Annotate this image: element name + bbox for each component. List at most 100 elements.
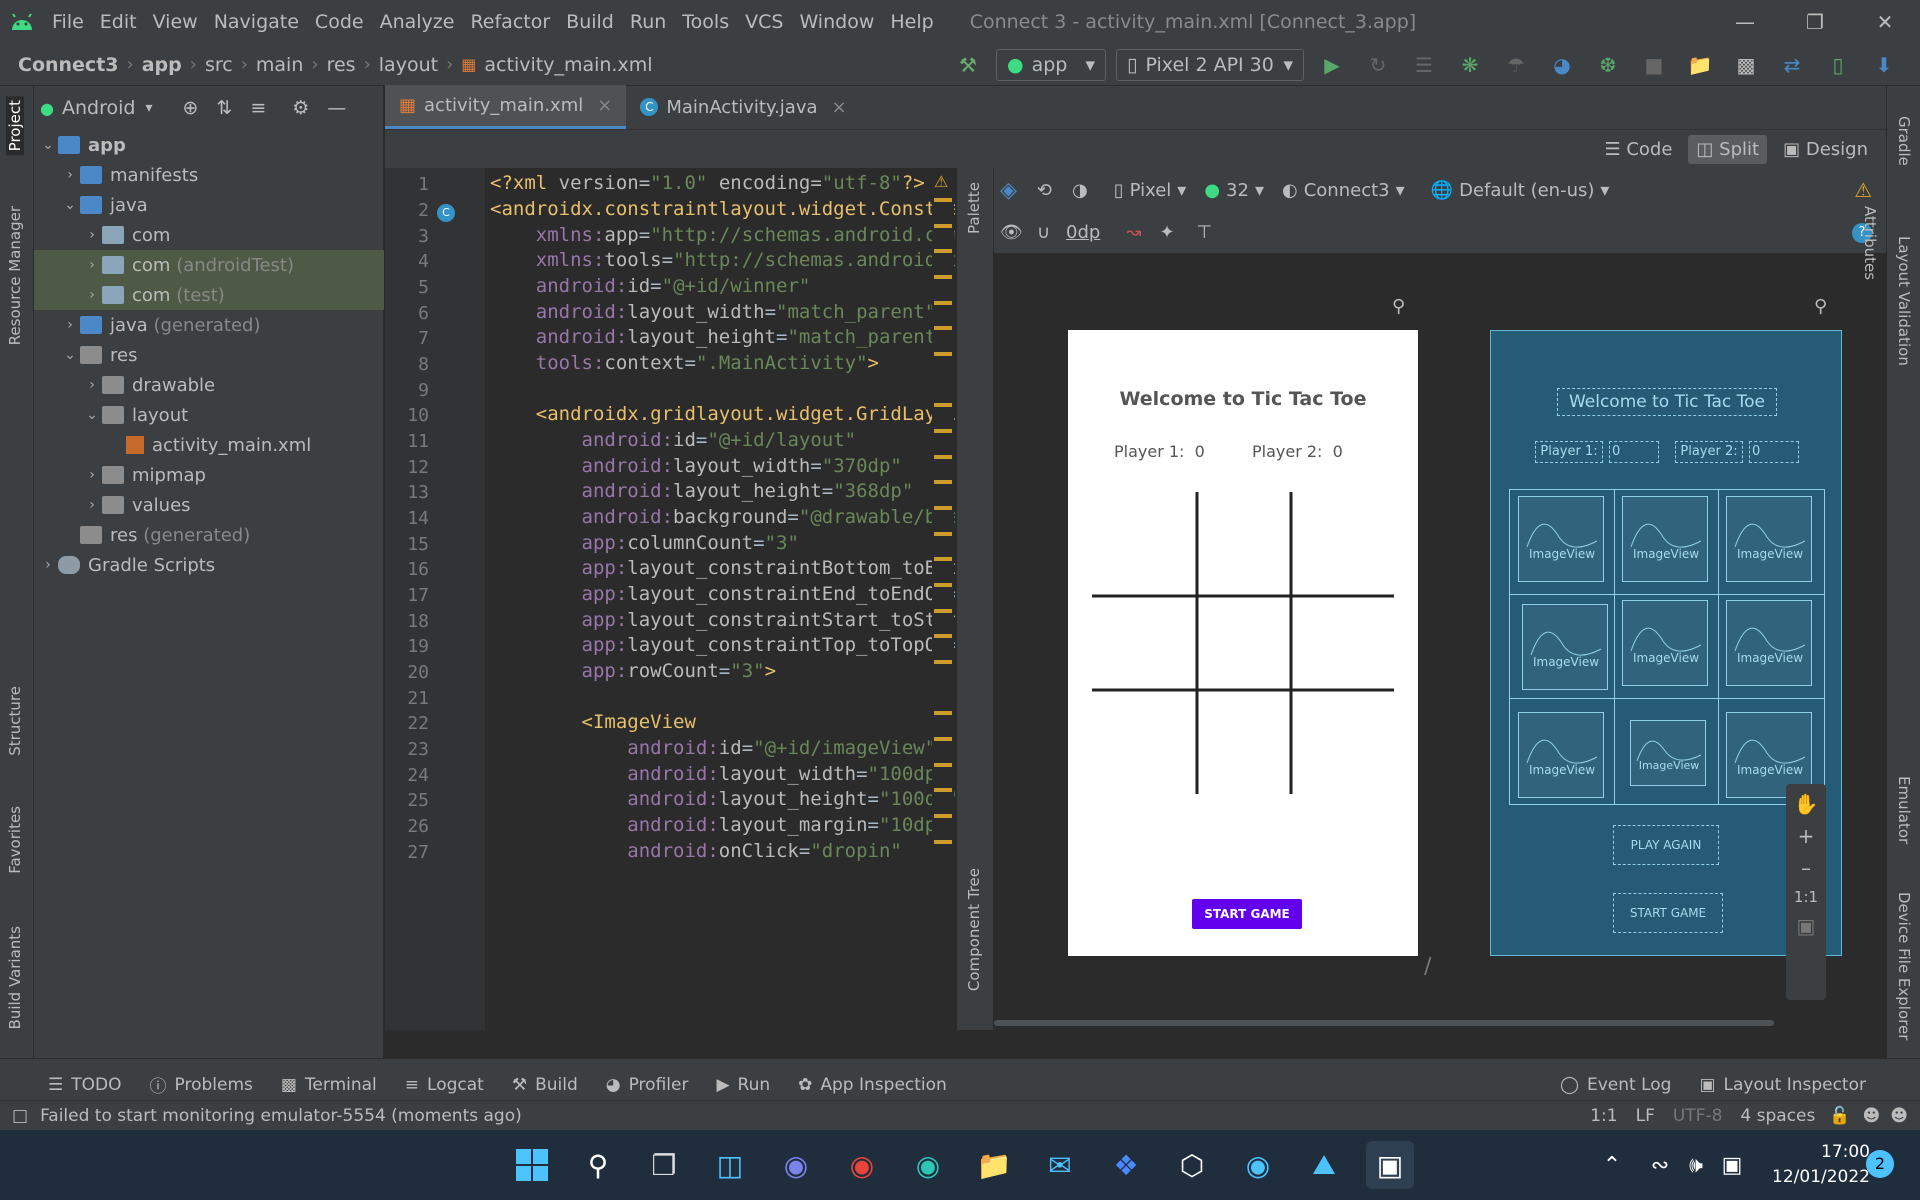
locale-selector[interactable]: 🌐 Default (en-us) ▾ <box>1431 180 1610 201</box>
expand-all-icon[interactable]: ⇅ <box>216 97 232 119</box>
magnet-icon[interactable]: ∪ <box>1037 222 1050 243</box>
device-file-explorer-tool-tab[interactable]: Device File Explorer <box>1895 892 1913 1040</box>
search-icon[interactable]: ⚲ <box>574 1141 622 1189</box>
hide-panel-icon[interactable]: — <box>327 97 346 119</box>
blueprint-image-view[interactable]: ImageView <box>1522 604 1608 690</box>
feedback-face-icon[interactable]: ☻ <box>1890 1106 1908 1126</box>
code-editor[interactable]: <?xml version="1.0" encoding="utf-8"?> <… <box>485 168 955 1030</box>
event-log-tab[interactable]: ◯ Event Log <box>1546 1075 1686 1095</box>
zoom-out-icon[interactable]: – <box>1801 856 1811 880</box>
terminal-tab[interactable]: ▩ Terminal <box>267 1075 391 1095</box>
favorites-tool-tab[interactable]: Favorites <box>6 806 24 874</box>
code-mode-button[interactable]: ☰ Code <box>1596 135 1680 164</box>
tree-item-res-generated[interactable]: res (generated) <box>34 520 384 550</box>
gear-icon[interactable]: ⚙ <box>292 97 309 119</box>
mail-icon[interactable]: ✉ <box>1036 1141 1084 1189</box>
apply-changes-icon[interactable]: ☰ <box>1406 47 1442 83</box>
widgets-icon[interactable]: ◫ <box>706 1141 754 1189</box>
blueprint-player2-label[interactable]: Player 2: <box>1675 441 1743 463</box>
chevron-right-icon[interactable]: › <box>82 497 102 513</box>
tree-item-java[interactable]: ⌄ java <box>34 190 384 220</box>
project-view-selector[interactable]: Android <box>62 97 135 119</box>
tree-item-values[interactable]: › values <box>34 490 384 520</box>
battery-icon[interactable]: ▣ <box>1708 1141 1756 1189</box>
caret-position[interactable]: 1:1 <box>1590 1106 1617 1126</box>
tree-item-layout[interactable]: ⌄ layout <box>34 400 384 430</box>
class-gutter-icon[interactable]: C <box>437 204 455 222</box>
menu-build[interactable]: Build <box>558 11 622 33</box>
attributes-tool-tab[interactable]: Attributes <box>1861 206 1879 280</box>
edge-icon[interactable]: ◉ <box>904 1141 952 1189</box>
android-studio-icon[interactable]: ▣ <box>1366 1141 1414 1189</box>
close-tab-icon[interactable]: × <box>832 97 847 118</box>
coverage-icon[interactable]: ☂ <box>1498 47 1534 83</box>
blueprint-image-view[interactable]: ImageView <box>1630 720 1706 786</box>
build-tab[interactable]: ⚒ Build <box>498 1075 592 1095</box>
avd-manager-icon[interactable]: ▯ <box>1820 47 1856 83</box>
design-canvas[interactable]: ⚲ ⚲ Welcome to Tic Tac Toe Player 1: 0 P… <box>994 254 1886 1030</box>
chevron-right-icon[interactable]: › <box>82 467 102 483</box>
chevron-right-icon[interactable]: › <box>82 227 102 243</box>
run-tab[interactable]: ▶ Run <box>702 1075 784 1095</box>
chevron-down-icon[interactable]: ▾ <box>145 100 152 116</box>
tab-activity-main-xml[interactable]: ▦ activity_main.xml × <box>385 85 627 129</box>
dropbox-icon[interactable]: ❖ <box>1102 1141 1150 1189</box>
chevron-up-icon[interactable]: ⌃ <box>1588 1141 1636 1189</box>
tree-item-com[interactable]: › com <box>34 220 384 250</box>
blueprint-image-view[interactable]: ImageView <box>1518 712 1604 798</box>
device-dropdown[interactable]: ▯ Pixel 2 API 30 ▾ <box>1116 48 1304 81</box>
notification-badge[interactable]: 2 <box>1866 1150 1894 1178</box>
blueprint-title[interactable]: Welcome to Tic Tac Toe <box>1557 388 1777 416</box>
blueprint-play-again-button[interactable]: PLAY AGAIN <box>1613 825 1719 865</box>
menu-edit[interactable]: Edit <box>92 11 145 33</box>
menu-file[interactable]: File <box>44 11 92 33</box>
chevron-down-icon[interactable]: ⌄ <box>60 197 80 213</box>
tree-item-manifests[interactable]: › manifests <box>34 160 384 190</box>
chevron-right-icon[interactable]: › <box>82 287 102 303</box>
guidelines-icon[interactable]: ⊤ <box>1197 222 1213 243</box>
theme-selector[interactable]: ◐ Connect3 ▾ <box>1282 180 1405 201</box>
zoom-fit-icon[interactable]: ▣ <box>1797 914 1816 938</box>
restore-button[interactable]: ❐ <box>1780 0 1850 44</box>
zoom-reset-button[interactable]: 1:1 <box>1794 888 1818 906</box>
chevron-right-icon[interactable]: › <box>82 377 102 393</box>
unity-icon[interactable]: ⬡ <box>1168 1141 1216 1189</box>
tree-item-res[interactable]: ⌄ res <box>34 340 384 370</box>
menu-vcs[interactable]: VCS <box>737 11 791 33</box>
infer-constraints-icon[interactable]: ✦ <box>1159 222 1174 243</box>
file-encoding[interactable]: UTF-8 <box>1673 1106 1723 1126</box>
device-selector[interactable]: ▯ Pixel ▾ <box>1114 180 1187 201</box>
design-preview[interactable]: Welcome to Tic Tac Toe Player 1: 0 Playe… <box>1068 330 1418 956</box>
build-variants-tool-tab[interactable]: Build Variants <box>6 926 24 1029</box>
blueprint-player1-label[interactable]: Player 1: <box>1535 441 1603 463</box>
hammer-build-icon[interactable]: ⚒ <box>950 47 986 83</box>
indent-setting[interactable]: 4 spaces <box>1740 1106 1815 1126</box>
menu-tools[interactable]: Tools <box>674 11 737 33</box>
problems-tab[interactable]: ⓘ Problems <box>136 1072 267 1098</box>
search-icon[interactable]: ⚲ <box>1912 47 1920 83</box>
menu-navigate[interactable]: Navigate <box>206 11 307 33</box>
menu-view[interactable]: View <box>145 11 206 33</box>
tree-item-app[interactable]: ⌄ app <box>34 130 384 160</box>
menu-run[interactable]: Run <box>622 11 674 33</box>
chevron-down-icon[interactable]: ⌄ <box>82 407 102 423</box>
design-mode-button[interactable]: ▣ Design <box>1775 135 1876 164</box>
blueprint-image-view[interactable]: ImageView <box>1518 496 1604 582</box>
blueprint-image-view[interactable]: ImageView <box>1726 600 1812 686</box>
chat-icon[interactable]: ◉ <box>772 1141 820 1189</box>
profile-icon[interactable]: ◕ <box>1544 47 1580 83</box>
menu-analyze[interactable]: Analyze <box>372 11 463 33</box>
blueprint-image-view[interactable]: ImageView <box>1726 496 1812 582</box>
breadcrumb-project[interactable]: Connect3 <box>14 54 123 76</box>
zoom-in-icon[interactable]: + <box>1798 824 1815 848</box>
run-icon[interactable]: ▶ <box>1314 47 1350 83</box>
warning-icon[interactable]: ⚠ <box>934 172 948 191</box>
default-margin-selector[interactable]: 0dp <box>1066 222 1100 243</box>
status-toggle-icon[interactable]: □ <box>12 1106 28 1126</box>
structure-tool-tab[interactable]: Structure <box>6 686 24 756</box>
profiler-tab[interactable]: ◕ Profiler <box>592 1075 703 1095</box>
app-inspection-tab[interactable]: ✿ App Inspection <box>784 1075 961 1095</box>
inspection-face-icon[interactable]: ☻ <box>1863 1106 1881 1126</box>
start-game-button[interactable]: START GAME <box>1192 899 1302 929</box>
error-stripe[interactable]: ⚠ <box>932 168 954 1030</box>
